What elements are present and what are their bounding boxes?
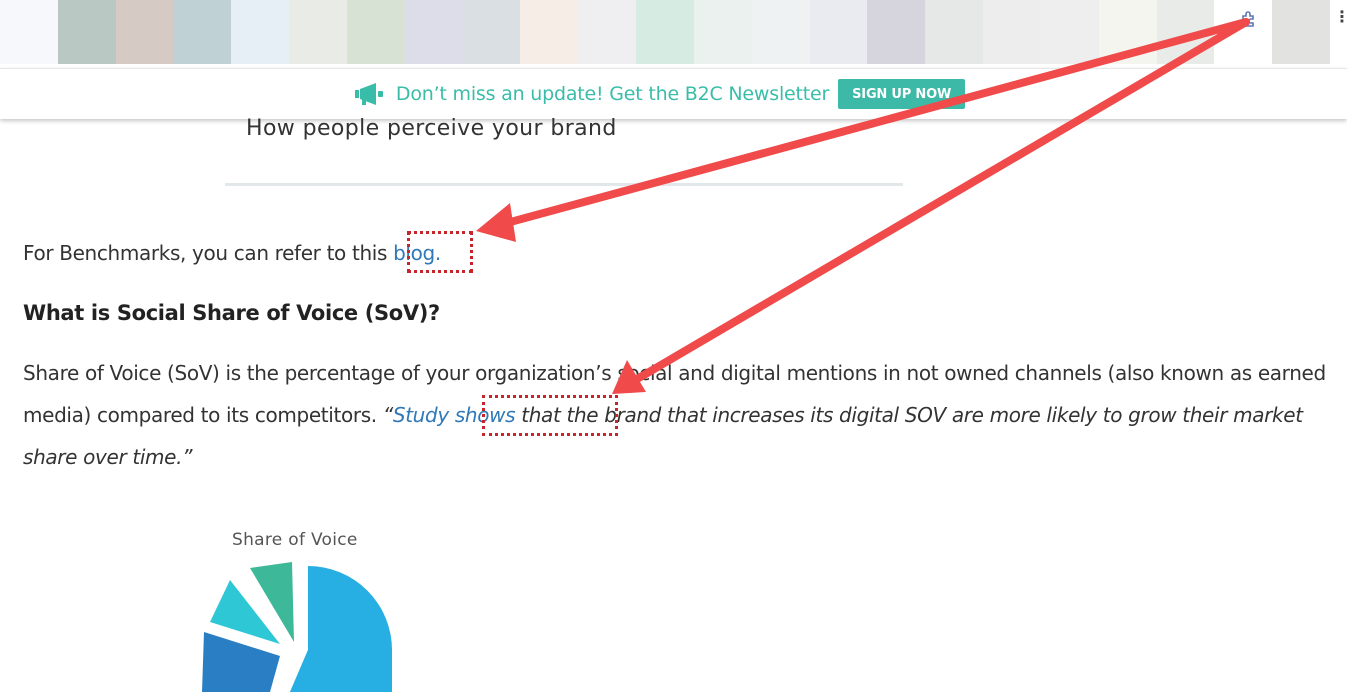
image-caption: How people perceive your brand <box>246 116 617 141</box>
newsletter-banner: Don’t miss an update! Get the B2C Newsle… <box>0 68 1347 119</box>
blurred-bookmark-swatch <box>57 0 116 64</box>
blog-link-highlight <box>407 231 473 273</box>
quote-open: “ <box>382 403 393 427</box>
sign-up-now-button[interactable]: SIGN UP NOW <box>838 79 966 109</box>
blurred-bookmark-swatch <box>115 0 174 64</box>
blurred-bookmark-swatch <box>1156 0 1215 64</box>
sov-paragraph: Share of Voice (SoV) is the percentage o… <box>23 352 1328 478</box>
blurred-bookmark-swatch <box>578 0 637 64</box>
newsletter-banner-text: Don’t miss an update! Get the B2C Newsle… <box>395 83 830 105</box>
bookmark-bar <box>0 0 1331 64</box>
blurred-bookmark-swatch <box>636 0 694 64</box>
arrow-to-blog-head <box>476 203 516 242</box>
blurred-bookmark-swatch <box>693 0 752 64</box>
megaphone-icon <box>354 83 384 105</box>
blurred-bookmark-swatch <box>404 0 463 64</box>
blurred-bookmark-swatch <box>462 0 521 64</box>
pie-slice-2 <box>202 632 280 692</box>
blurred-bookmark-swatch <box>1098 0 1157 64</box>
image-divider <box>225 183 903 186</box>
benchmark-paragraph: For Benchmarks, you can refer to this bl… <box>23 232 441 274</box>
study-link-highlight <box>482 395 618 436</box>
blurred-bookmark-swatch <box>520 0 579 64</box>
pie-slice-1-fill <box>290 566 392 692</box>
sov-heading: What is Social Share of Voice (SoV)? <box>23 301 440 325</box>
blurred-bookmark-swatch <box>1040 0 1099 64</box>
vertical-dots-menu-icon[interactable]: ⋮ <box>1334 6 1347 30</box>
blurred-bookmark-swatch <box>346 0 405 64</box>
blurred-bookmark-swatch <box>809 0 868 64</box>
puzzle-extension-icon[interactable] <box>1238 8 1258 28</box>
blurred-bookmark-swatch <box>751 0 810 64</box>
blurred-bookmark-swatch <box>0 0 58 64</box>
blurred-bookmark-swatch <box>983 0 1041 64</box>
blurred-bookmark-swatch <box>231 0 290 64</box>
pie-chart-title: Share of Voice <box>232 530 358 550</box>
share-of-voice-pie-chart <box>202 562 392 692</box>
blurred-bookmark-swatch <box>173 0 232 64</box>
blurred-bookmark-swatch <box>1272 0 1331 64</box>
blurred-bookmark-swatch <box>289 0 347 64</box>
blurred-bookmark-swatch <box>925 0 984 64</box>
benchmark-text: For Benchmarks, you can refer to this <box>23 241 394 265</box>
blurred-bookmark-swatch <box>867 0 926 64</box>
